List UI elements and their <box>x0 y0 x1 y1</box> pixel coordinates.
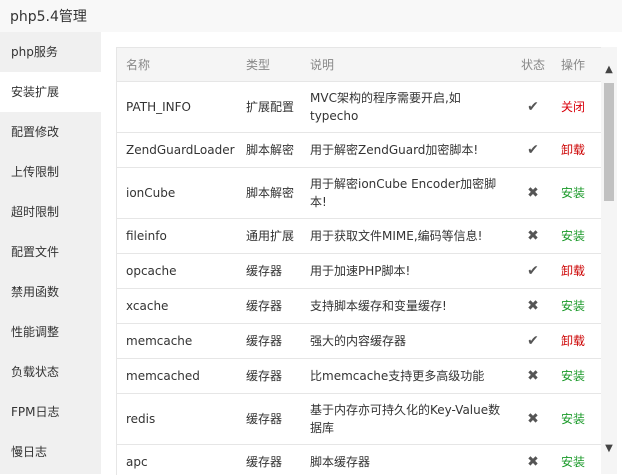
sidebar-item-disabled-functions[interactable]: 禁用函数 <box>0 272 101 312</box>
sidebar-item-config-edit[interactable]: 配置修改 <box>0 112 101 152</box>
ext-desc: 用于加速PHP脚本! <box>310 264 411 278</box>
check-icon: ✔ <box>527 99 539 115</box>
main-panel: 名称 类型 说明 状态 操作 PATH_INFO 扩展配置 MVC架构的程序需要… <box>101 32 622 475</box>
table-header-row: 名称 类型 说明 状态 操作 <box>117 48 602 82</box>
ext-name: opcache <box>126 264 177 278</box>
table-row: redis 缓存器 基于内存亦可持久化的Key-Value数据库 ✖ 安装 <box>117 394 602 445</box>
sidebar-item-slow-log[interactable]: 慢日志 <box>0 432 101 472</box>
ext-type: 缓存器 <box>246 264 283 278</box>
header-op: 操作 <box>561 57 586 72</box>
table-row: PATH_INFO 扩展配置 MVC架构的程序需要开启,如typecho ✔ 关… <box>117 82 602 133</box>
table-row: fileinfo 通用扩展 用于获取文件MIME,编码等信息! ✖ 安装 <box>117 219 602 254</box>
ext-name: xcache <box>126 299 169 313</box>
uninstall-button[interactable]: 卸载 <box>557 141 602 159</box>
sidebar-item-load-status[interactable]: 负载状态 <box>0 352 101 392</box>
ext-type: 缓存器 <box>246 412 283 426</box>
table-row: ZendGuardLoader 脚本解密 用于解密ZendGuard加密脚本! … <box>117 133 602 168</box>
ext-type: 缓存器 <box>246 334 283 348</box>
close-button[interactable]: 关闭 <box>557 98 602 116</box>
scroll-thumb[interactable] <box>604 83 614 201</box>
ext-desc: MVC架构的程序需要开启,如typecho <box>310 91 461 123</box>
uninstall-button[interactable]: 卸载 <box>557 332 602 350</box>
extensions-table: 名称 类型 说明 状态 操作 PATH_INFO 扩展配置 MVC架构的程序需要… <box>116 47 602 475</box>
table-row: opcache 缓存器 用于加速PHP脚本! ✔ 卸载 <box>117 254 602 289</box>
ext-name: ZendGuardLoader <box>126 143 235 157</box>
ext-desc: 强大的内容缓存器 <box>310 334 407 348</box>
install-button[interactable]: 安装 <box>557 184 602 202</box>
ext-type: 通用扩展 <box>246 229 295 243</box>
check-icon: ✔ <box>527 142 539 158</box>
check-icon: ✔ <box>527 263 539 279</box>
ext-name: PATH_INFO <box>126 100 191 114</box>
cross-icon: ✖ <box>527 228 539 244</box>
ext-name: memcached <box>126 369 200 383</box>
ext-desc: 用于获取文件MIME,编码等信息! <box>310 229 483 243</box>
install-button[interactable]: 安装 <box>557 297 602 315</box>
sidebar-item-config-file[interactable]: 配置文件 <box>0 232 101 272</box>
uninstall-button[interactable]: 卸载 <box>557 262 602 280</box>
cross-icon: ✖ <box>527 185 539 201</box>
table-row: memcache 缓存器 强大的内容缓存器 ✔ 卸载 <box>117 324 602 359</box>
cross-icon: ✖ <box>527 298 539 314</box>
title-bar: php5.4管理 <box>0 0 622 33</box>
cross-icon: ✖ <box>527 411 539 427</box>
check-icon: ✔ <box>527 333 539 349</box>
ext-type: 缓存器 <box>246 299 283 313</box>
table-row: ionCube 脚本解密 用于解密ionCube Encoder加密脚本! ✖ … <box>117 168 602 219</box>
install-button[interactable]: 安装 <box>557 453 602 471</box>
cross-icon: ✖ <box>527 454 539 470</box>
header-state: 状态 <box>520 57 545 72</box>
ext-desc: 用于解密ZendGuard加密脚本! <box>310 143 479 157</box>
cross-icon: ✖ <box>527 368 539 384</box>
ext-desc: 比memcache支持更多高级功能 <box>310 369 485 383</box>
sidebar-item-timeout-limit[interactable]: 超时限制 <box>0 192 101 232</box>
ext-type: 扩展配置 <box>246 100 295 114</box>
table-row: apc 缓存器 脚本缓存器 ✖ 安装 <box>117 445 602 475</box>
sidebar-item-performance-tuning[interactable]: 性能调整 <box>0 312 101 352</box>
ext-name: memcache <box>126 334 193 348</box>
sidebar: php服务 安装扩展 配置修改 上传限制 超时限制 配置文件 禁用函数 性能调整… <box>0 32 101 474</box>
install-button[interactable]: 安装 <box>557 227 602 245</box>
table-row: xcache 缓存器 支持脚本缓存和变量缓存! ✖ 安装 <box>117 289 602 324</box>
chevron-down-icon[interactable]: ▼ <box>601 440 617 458</box>
ext-desc: 脚本缓存器 <box>310 455 371 469</box>
ext-type: 脚本解密 <box>246 186 295 200</box>
header-name: 名称 <box>126 57 151 72</box>
ext-type: 缓存器 <box>246 369 283 383</box>
table-scrollbar[interactable]: ▲ ▼ <box>601 47 617 474</box>
sidebar-item-fpm-log[interactable]: FPM日志 <box>0 392 101 432</box>
ext-desc: 支持脚本缓存和变量缓存! <box>310 299 447 313</box>
table-row: memcached 缓存器 比memcache支持更多高级功能 ✖ 安装 <box>117 359 602 394</box>
ext-name: redis <box>126 412 156 426</box>
ext-type: 脚本解密 <box>246 143 295 157</box>
install-button[interactable]: 安装 <box>557 410 602 428</box>
ext-name: ionCube <box>126 186 176 200</box>
sidebar-item-php-service[interactable]: php服务 <box>0 32 101 72</box>
ext-desc: 用于解密ionCube Encoder加密脚本! <box>310 177 497 209</box>
ext-name: fileinfo <box>126 229 167 243</box>
install-button[interactable]: 安装 <box>557 367 602 385</box>
window-title: php5.4管理 <box>10 9 87 25</box>
sidebar-item-install-extensions[interactable]: 安装扩展 <box>0 72 101 112</box>
sidebar-item-upload-limit[interactable]: 上传限制 <box>0 152 101 192</box>
ext-name: apc <box>126 455 148 469</box>
header-desc: 说明 <box>310 57 335 72</box>
ext-desc: 基于内存亦可持久化的Key-Value数据库 <box>310 403 501 435</box>
ext-type: 缓存器 <box>246 455 283 469</box>
header-type: 类型 <box>246 57 271 72</box>
chevron-up-icon[interactable]: ▲ <box>601 61 617 79</box>
